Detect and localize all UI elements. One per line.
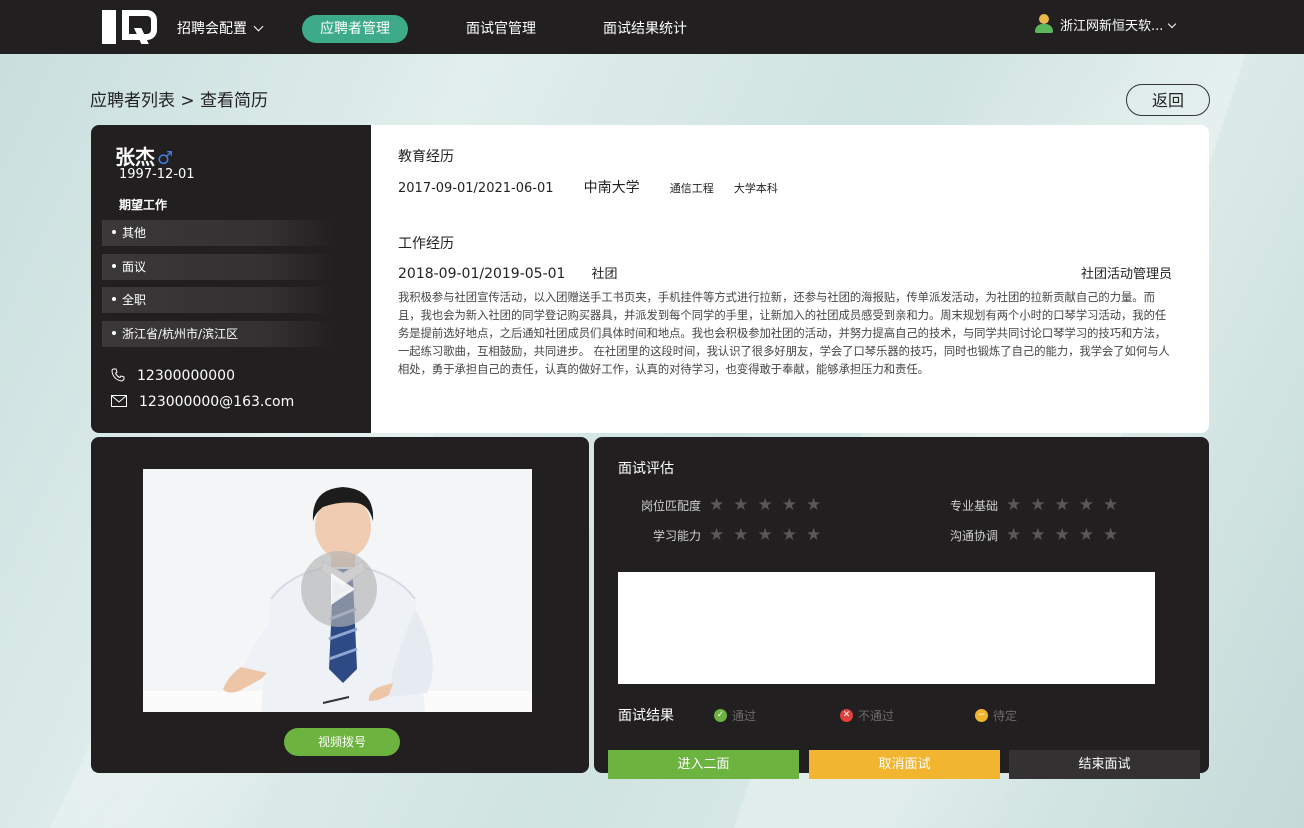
nav-interview-statistics[interactable]: 面试结果统计 bbox=[603, 15, 687, 43]
play-icon[interactable] bbox=[301, 551, 377, 627]
education-title: 教育经历 bbox=[398, 149, 454, 165]
star-icon[interactable]: ★ bbox=[758, 495, 773, 515]
star-icon[interactable]: ★ bbox=[782, 525, 797, 545]
video-preview[interactable] bbox=[143, 469, 532, 712]
profile-panel: 张杰 ♂ 1997-12-01 期望工作 其他 面议 全职 浙江省/杭州市/滨江区… bbox=[91, 125, 371, 433]
star-rating[interactable]: ★ ★ ★ ★ ★ bbox=[1006, 495, 1127, 515]
phone-icon bbox=[111, 368, 125, 382]
nav-applicant-management[interactable]: 应聘者管理 bbox=[302, 15, 408, 43]
star-icon[interactable]: ★ bbox=[1055, 495, 1070, 515]
check-circle-icon: ✓ bbox=[714, 709, 727, 722]
tag-location: 浙江省/杭州市/滨江区 bbox=[102, 321, 336, 347]
work-row: 2018-09-01/2019-05-01 社团 社团活动管理员 bbox=[398, 266, 1172, 282]
star-icon[interactable]: ★ bbox=[733, 525, 748, 545]
chevron-down-icon bbox=[253, 21, 264, 32]
tag-work-mode: 全职 bbox=[102, 287, 336, 313]
nav-recruitment-fair-config[interactable]: 招聘会配置 bbox=[177, 15, 264, 43]
result-label: 面试结果 bbox=[618, 708, 674, 724]
education-row: 2017-09-01/2021-06-01 中南大学 通信工程 大学本科 bbox=[398, 180, 778, 196]
expected-job-label: 期望工作 bbox=[119, 198, 168, 212]
rating-learning-ability: 学习能力 ★ ★ ★ ★ ★ bbox=[634, 525, 830, 546]
tag-job-type: 其他 bbox=[102, 220, 336, 246]
star-icon[interactable]: ★ bbox=[806, 525, 821, 545]
phone-contact: 12300000000 bbox=[111, 368, 235, 384]
star-icon[interactable]: ★ bbox=[1103, 525, 1118, 545]
star-icon[interactable]: ★ bbox=[1103, 495, 1118, 515]
applicant-name: 张杰 ♂ bbox=[115, 145, 174, 169]
star-icon[interactable]: ★ bbox=[709, 525, 724, 545]
second-interview-button[interactable]: 进入二面 bbox=[608, 750, 799, 779]
user-menu[interactable]: 浙江网新恒天软... bbox=[1034, 13, 1177, 40]
star-icon[interactable]: ★ bbox=[709, 495, 724, 515]
result-option-pass[interactable]: ✓ 通过 bbox=[714, 707, 756, 724]
chevron-down-icon bbox=[1168, 19, 1177, 29]
resume-card: 张杰 ♂ 1997-12-01 期望工作 其他 面议 全职 浙江省/杭州市/滨江区… bbox=[91, 125, 1209, 433]
star-icon[interactable]: ★ bbox=[782, 495, 797, 515]
evaluation-panel: 面试评估 岗位匹配度 ★ ★ ★ ★ ★ 专业基础 ★ ★ ★ ★ ★ 学习能力 ★ ★ ★ ★ ★ 沟通协调… bbox=[594, 437, 1209, 779]
star-icon[interactable]: ★ bbox=[1079, 495, 1094, 515]
top-nav: 招聘会配置 应聘者管理 面试官管理 面试结果统计 浙江网新恒天软... bbox=[0, 0, 1304, 54]
rating-position-match: 岗位匹配度 ★ ★ ★ ★ ★ bbox=[634, 495, 830, 516]
result-option-fail[interactable]: ✕ 不通过 bbox=[840, 707, 894, 724]
result-option-pending[interactable]: − 待定 bbox=[975, 707, 1017, 724]
star-icon[interactable]: ★ bbox=[1079, 525, 1094, 545]
birth-date: 1997-12-01 bbox=[119, 167, 195, 182]
mail-icon bbox=[111, 395, 127, 407]
user-avatar-icon bbox=[1034, 13, 1054, 34]
star-rating[interactable]: ★ ★ ★ ★ ★ bbox=[709, 525, 830, 545]
cancel-interview-button[interactable]: 取消面试 bbox=[809, 750, 1000, 779]
rating-professional-foundation: 专业基础 ★ ★ ★ ★ ★ bbox=[940, 495, 1127, 516]
brand-logo[interactable] bbox=[102, 10, 157, 44]
video-dial-button[interactable]: 视频拨号 bbox=[284, 728, 400, 756]
star-icon[interactable]: ★ bbox=[758, 525, 773, 545]
nav-interviewer-management[interactable]: 面试官管理 bbox=[466, 15, 536, 43]
star-icon[interactable]: ★ bbox=[1030, 495, 1045, 515]
star-icon[interactable]: ★ bbox=[733, 495, 748, 515]
rating-communication: 沟通协调 ★ ★ ★ ★ ★ bbox=[940, 525, 1127, 546]
star-icon[interactable]: ★ bbox=[1006, 495, 1021, 515]
email-contact: 123000000@163.com bbox=[111, 394, 294, 410]
male-icon: ♂ bbox=[157, 148, 174, 169]
evaluation-title: 面试评估 bbox=[618, 461, 674, 477]
star-rating[interactable]: ★ ★ ★ ★ ★ bbox=[1006, 525, 1127, 545]
video-panel: 视频拨号 bbox=[91, 437, 589, 773]
star-icon[interactable]: ★ bbox=[806, 495, 821, 515]
star-rating[interactable]: ★ ★ ★ ★ ★ bbox=[709, 495, 830, 515]
minus-circle-icon: − bbox=[975, 709, 988, 722]
evaluation-notes-input[interactable] bbox=[618, 572, 1155, 684]
star-icon[interactable]: ★ bbox=[1055, 525, 1070, 545]
end-interview-button[interactable]: 结束面试 bbox=[1009, 750, 1200, 779]
work-description: 我积极参与社团宣传活动，以入团赠送手工书页夹，手机挂件等方式进行拉新，还参与社团… bbox=[398, 291, 1170, 376]
work-title: 工作经历 bbox=[398, 236, 454, 252]
star-icon[interactable]: ★ bbox=[1030, 525, 1045, 545]
back-button[interactable]: 返回 bbox=[1126, 84, 1210, 116]
star-icon[interactable]: ★ bbox=[1006, 525, 1021, 545]
x-circle-icon: ✕ bbox=[840, 709, 853, 722]
breadcrumb: 应聘者列表 > 查看简历 bbox=[90, 91, 269, 111]
tag-salary: 面议 bbox=[102, 254, 336, 280]
